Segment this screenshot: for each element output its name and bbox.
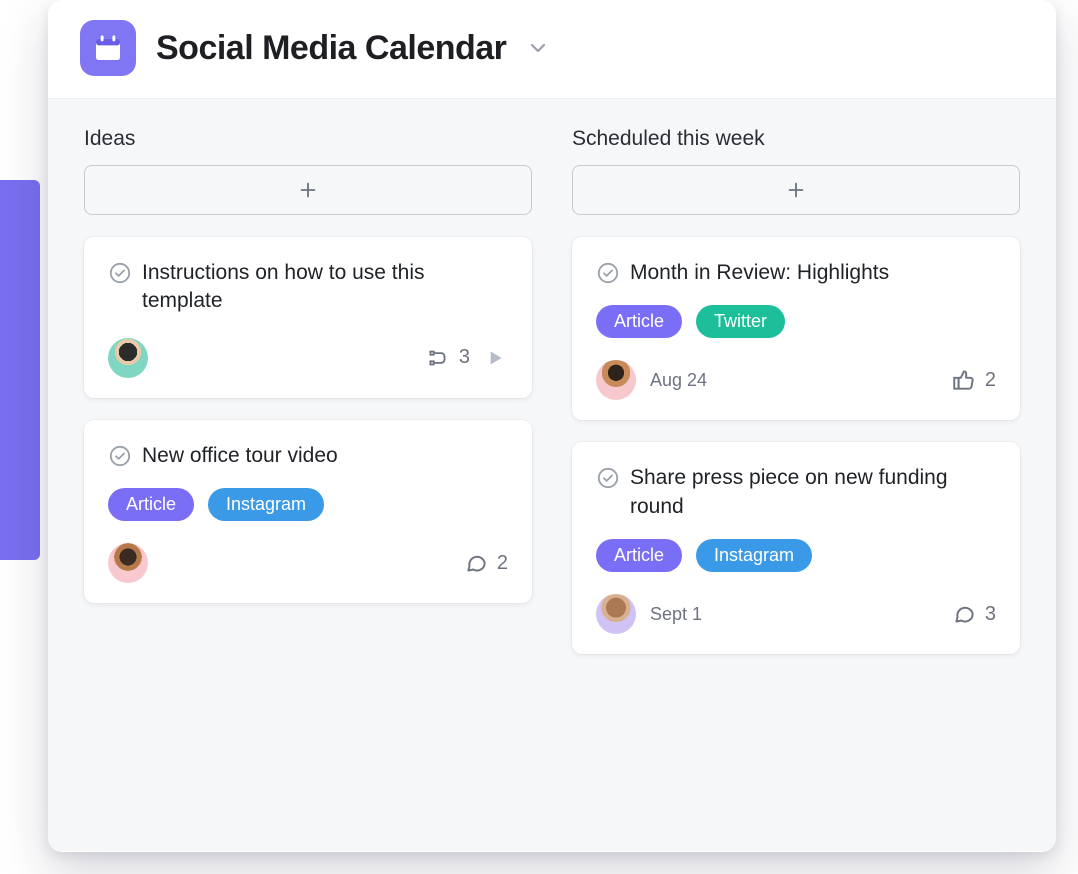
like-icon <box>951 367 977 393</box>
card-tags: Article Twitter <box>596 305 996 338</box>
card-title: Instructions on how to use this template <box>142 259 508 316</box>
assignee-avatar[interactable] <box>596 360 636 400</box>
task-card[interactable]: Instructions on how to use this template… <box>84 237 532 398</box>
meta-count: 3 <box>985 603 996 626</box>
assignee-avatar[interactable] <box>108 338 148 378</box>
check-circle-icon[interactable] <box>596 466 620 490</box>
chevron-down-icon <box>526 36 550 60</box>
card-footer: 2 <box>108 543 508 583</box>
assignee-avatar[interactable] <box>108 543 148 583</box>
meta-count: 2 <box>985 369 996 392</box>
card-tags: Article Instagram <box>108 488 508 521</box>
board-title: Social Media Calendar <box>156 29 506 68</box>
card-meta[interactable]: 2 <box>463 550 508 576</box>
calendar-app-icon <box>80 20 136 76</box>
background-accent <box>0 180 40 560</box>
tag[interactable]: Article <box>596 539 682 572</box>
plus-icon <box>785 179 807 201</box>
card-title: Month in Review: Highlights <box>630 259 889 287</box>
card-head: Share press piece on new funding round <box>596 464 996 521</box>
tag[interactable]: Twitter <box>696 305 785 338</box>
play-icon <box>482 345 508 371</box>
add-card-button[interactable] <box>84 165 532 215</box>
board-panel: Social Media Calendar Ideas Instructions … <box>48 0 1056 852</box>
assignee-avatar[interactable] <box>596 594 636 634</box>
card-meta[interactable]: 2 <box>951 367 996 393</box>
board-menu-dropdown[interactable] <box>526 36 550 60</box>
check-circle-icon[interactable] <box>108 444 132 468</box>
task-card[interactable]: Share press piece on new funding round Ar… <box>572 442 1020 654</box>
column-title: Ideas <box>84 127 532 151</box>
card-date: Aug 24 <box>650 370 707 391</box>
column-title: Scheduled this week <box>572 127 1020 151</box>
plus-icon <box>297 179 319 201</box>
comment-icon <box>951 601 977 627</box>
subtask-icon <box>425 345 451 371</box>
card-footer: Sept 1 3 <box>596 594 996 634</box>
tag[interactable]: Instagram <box>696 539 812 572</box>
task-card[interactable]: Month in Review: Highlights Article Twitte… <box>572 237 1020 420</box>
card-head: New office tour video <box>108 442 508 470</box>
card-title: New office tour video <box>142 442 338 470</box>
add-card-button[interactable] <box>572 165 1020 215</box>
board-column: Scheduled this week Month in Review: High… <box>572 127 1020 676</box>
card-tags: Article Instagram <box>596 539 996 572</box>
card-meta[interactable]: 3 <box>425 345 508 371</box>
comment-icon <box>463 550 489 576</box>
card-head: Instructions on how to use this template <box>108 259 508 316</box>
board-column: Ideas Instructions on how to use this tem… <box>84 127 532 676</box>
board-header: Social Media Calendar <box>48 0 1056 99</box>
tag[interactable]: Instagram <box>208 488 324 521</box>
card-footer: 3 <box>108 338 508 378</box>
card-meta[interactable]: 3 <box>951 601 996 627</box>
meta-count: 2 <box>497 552 508 575</box>
meta-count: 3 <box>459 346 470 369</box>
check-circle-icon[interactable] <box>596 261 620 285</box>
card-footer: Aug 24 2 <box>596 360 996 400</box>
tag[interactable]: Article <box>108 488 194 521</box>
check-circle-icon[interactable] <box>108 261 132 285</box>
card-date: Sept 1 <box>650 604 702 625</box>
card-title: Share press piece on new funding round <box>630 464 996 521</box>
tag[interactable]: Article <box>596 305 682 338</box>
board-body: Ideas Instructions on how to use this tem… <box>48 99 1056 851</box>
card-head: Month in Review: Highlights <box>596 259 996 287</box>
task-card[interactable]: New office tour video Article Instagram 2 <box>84 420 532 603</box>
